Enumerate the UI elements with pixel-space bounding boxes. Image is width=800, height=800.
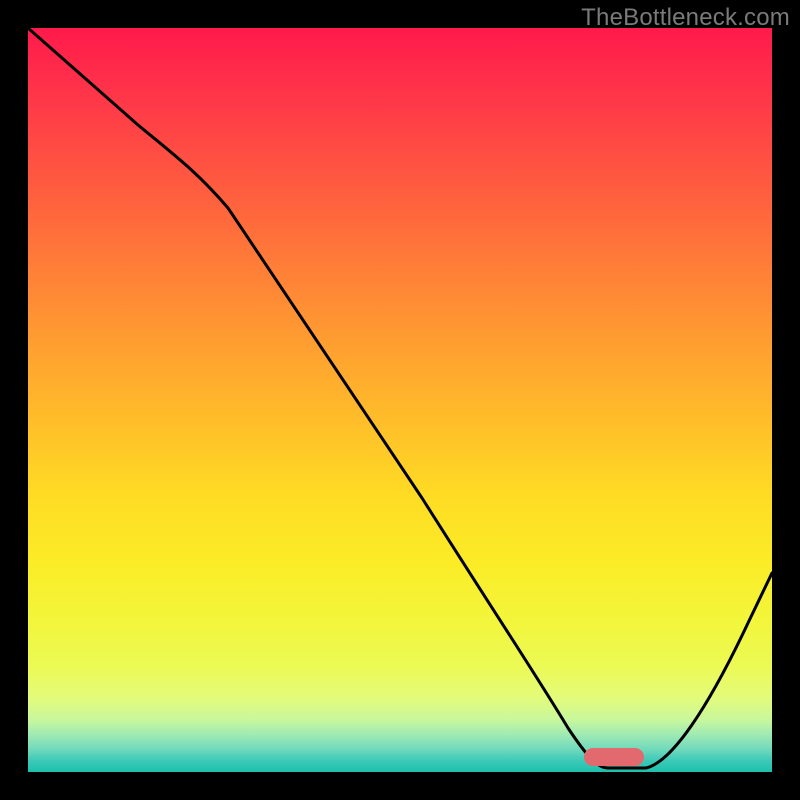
optimum-marker [584,748,644,766]
curve-overlay [28,28,772,772]
chart-frame: TheBottleneck.com [0,0,800,800]
plot-area [28,28,772,772]
bottleneck-curve [28,28,772,768]
watermark-text: TheBottleneck.com [581,4,790,32]
